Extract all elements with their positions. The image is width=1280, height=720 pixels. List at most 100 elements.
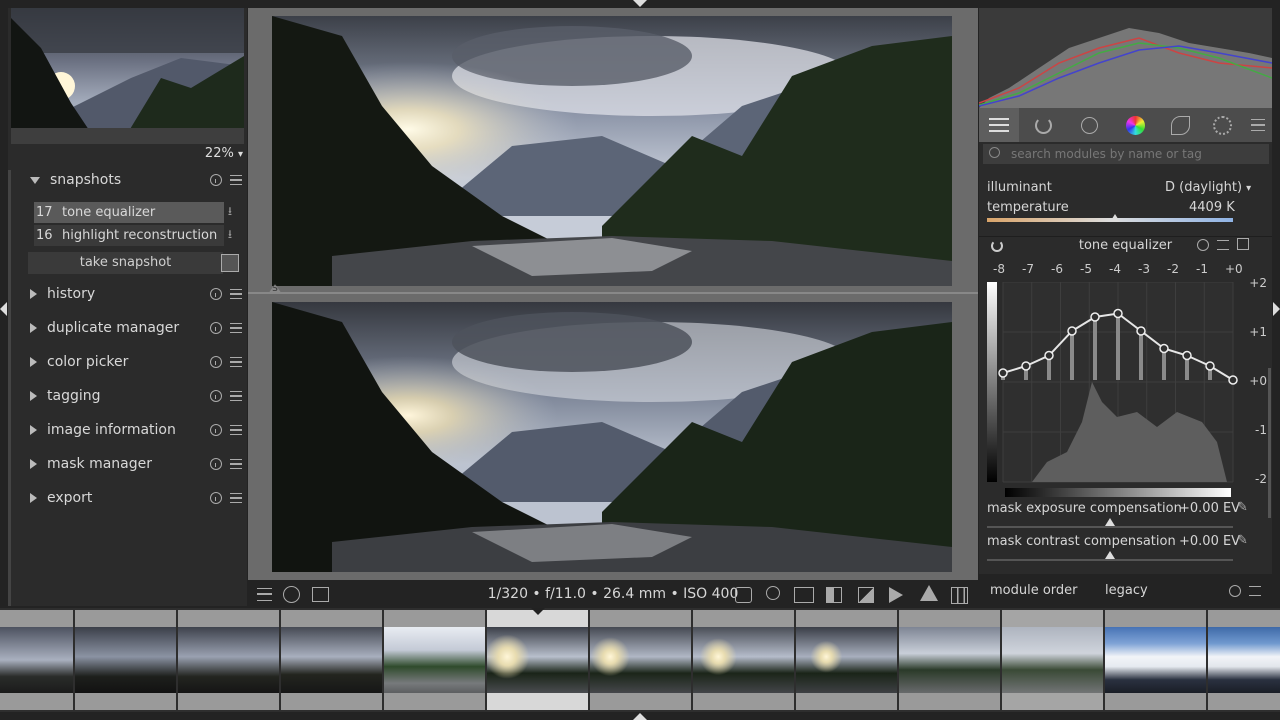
tone-equalizer-graph[interactable] bbox=[987, 282, 1242, 494]
info-icon[interactable] bbox=[210, 288, 222, 300]
filmstrip[interactable] bbox=[0, 608, 1280, 712]
temperature-slider-marker[interactable] bbox=[1109, 214, 1120, 222]
compare-snapshot-icon[interactable] bbox=[221, 254, 239, 272]
softproof-icon[interactable] bbox=[826, 587, 842, 603]
left-panel-toggle-arrow[interactable] bbox=[0, 302, 7, 316]
module-tagging[interactable]: tagging bbox=[18, 381, 246, 411]
filmstrip-thumbnail[interactable] bbox=[1208, 610, 1280, 710]
mask-contrast-slider-marker[interactable] bbox=[1105, 551, 1115, 559]
info-icon[interactable] bbox=[210, 322, 222, 334]
presets-menu-icon[interactable] bbox=[230, 459, 242, 469]
wand-icon[interactable]: ✎ bbox=[1237, 500, 1253, 516]
mask-exposure-slider[interactable] bbox=[987, 526, 1233, 528]
curve-node[interactable] bbox=[1044, 350, 1054, 361]
filmstrip-thumbnail[interactable] bbox=[1105, 610, 1206, 710]
module-duplicate-manager[interactable]: duplicate manager bbox=[18, 313, 246, 343]
correct-group-icon[interactable] bbox=[1171, 116, 1190, 135]
filmstrip-thumbnail[interactable] bbox=[281, 610, 382, 710]
filmstrip-thumbnail[interactable] bbox=[590, 610, 691, 710]
presets-menu-icon[interactable] bbox=[1251, 119, 1265, 131]
module-image-information[interactable]: image information bbox=[18, 415, 246, 445]
filmstrip-thumbnail-selected[interactable] bbox=[487, 610, 588, 710]
info-icon[interactable] bbox=[210, 492, 222, 504]
filmstrip-thumbnail[interactable] bbox=[0, 610, 73, 710]
warning-icon[interactable] bbox=[920, 585, 938, 601]
mask-contrast-slider[interactable] bbox=[987, 559, 1233, 561]
info-icon[interactable] bbox=[210, 390, 222, 402]
center-view[interactable]: S bbox=[248, 8, 978, 580]
info-icon[interactable] bbox=[210, 424, 222, 436]
guides-icon[interactable] bbox=[951, 587, 968, 604]
presets-menu-icon[interactable] bbox=[230, 357, 242, 367]
search-input[interactable]: search modules by name or tag bbox=[983, 144, 1269, 164]
wand-icon[interactable]: ✎ bbox=[1237, 533, 1253, 549]
mask-exposure-slider-marker[interactable] bbox=[1105, 518, 1115, 526]
effect-group-icon[interactable] bbox=[1213, 116, 1232, 135]
curve-node[interactable] bbox=[1090, 312, 1100, 322]
presets-menu-icon[interactable] bbox=[230, 323, 242, 333]
base-group-icon[interactable] bbox=[1081, 117, 1098, 134]
curve-node[interactable] bbox=[998, 368, 1008, 378]
color-group-icon[interactable] bbox=[1126, 116, 1145, 135]
presets-menu-icon[interactable] bbox=[230, 493, 242, 503]
histogram[interactable] bbox=[979, 8, 1272, 108]
multi-instance-icon[interactable] bbox=[1237, 238, 1249, 250]
right-panel-toggle-arrow[interactable] bbox=[1273, 302, 1280, 316]
reset-icon[interactable] bbox=[1197, 239, 1209, 251]
illuminant-select[interactable]: D (daylight) ▾ bbox=[1165, 180, 1251, 195]
clipping-indicator-icon[interactable] bbox=[889, 587, 903, 603]
curve-node[interactable] bbox=[1136, 326, 1146, 336]
presets-menu-icon[interactable] bbox=[230, 425, 242, 435]
restore-snapshot-icon[interactable]: ⭳ bbox=[222, 225, 238, 246]
bottom-panel-toggle-arrow[interactable] bbox=[633, 713, 647, 720]
presets-menu-icon[interactable] bbox=[1249, 586, 1261, 596]
presets-menu-icon[interactable] bbox=[230, 289, 242, 299]
curve-node[interactable] bbox=[1113, 308, 1123, 319]
curve-node[interactable] bbox=[1205, 361, 1215, 371]
info-icon[interactable] bbox=[210, 174, 222, 186]
info-icon[interactable] bbox=[210, 356, 222, 368]
curve-node[interactable] bbox=[1228, 375, 1238, 385]
info-icon[interactable] bbox=[1229, 585, 1241, 597]
curve-node[interactable] bbox=[1067, 326, 1077, 336]
tab-active-modules[interactable] bbox=[979, 108, 1019, 142]
filmstrip-thumbnail[interactable] bbox=[899, 610, 1000, 710]
gamut-check-icon[interactable] bbox=[858, 587, 874, 603]
snapshot-split-line[interactable] bbox=[248, 292, 978, 294]
snapshots-header[interactable]: snapshots bbox=[18, 165, 246, 195]
module-export[interactable]: export bbox=[18, 483, 246, 513]
zoom-selector[interactable]: 22% ▾ bbox=[205, 146, 243, 161]
left-panel-scrollbar[interactable] bbox=[8, 170, 11, 606]
restore-snapshot-icon[interactable]: ⭳ bbox=[222, 202, 238, 223]
module-mask-manager[interactable]: mask manager bbox=[18, 449, 246, 479]
curve-node[interactable] bbox=[1182, 350, 1192, 361]
navigation-preview[interactable] bbox=[11, 8, 244, 144]
filmstrip-thumbnail[interactable] bbox=[796, 610, 897, 710]
right-panel-scrollbar[interactable] bbox=[1268, 368, 1271, 518]
focus-peaking-icon[interactable] bbox=[735, 587, 752, 603]
display-profile-icon[interactable] bbox=[794, 587, 814, 603]
x-tick-label: -7 bbox=[1022, 262, 1034, 276]
take-snapshot-button[interactable]: take snapshot bbox=[28, 252, 223, 274]
module-order-value[interactable]: legacy bbox=[1105, 583, 1148, 598]
module-color-picker[interactable]: color picker bbox=[18, 347, 246, 377]
filmstrip-thumbnail[interactable] bbox=[75, 610, 176, 710]
power-icon[interactable] bbox=[1035, 117, 1052, 134]
curve-node[interactable] bbox=[1021, 361, 1031, 371]
bulb-icon[interactable] bbox=[766, 586, 780, 600]
filmstrip-thumbnail[interactable] bbox=[693, 610, 794, 710]
snapshots-title: snapshots bbox=[50, 172, 122, 188]
curve-node[interactable] bbox=[1159, 343, 1169, 354]
filmstrip-thumbnail[interactable] bbox=[384, 610, 485, 710]
snapshot-item[interactable]: 17 tone equalizer bbox=[34, 202, 224, 223]
filmstrip-thumbnail[interactable] bbox=[1002, 610, 1103, 710]
presets-menu-icon[interactable] bbox=[230, 175, 242, 185]
module-label: history bbox=[47, 286, 96, 302]
module-history[interactable]: history bbox=[18, 279, 246, 309]
top-panel-toggle-arrow[interactable] bbox=[633, 0, 647, 7]
presets-menu-icon[interactable] bbox=[230, 391, 242, 401]
presets-menu-icon[interactable] bbox=[1217, 240, 1229, 250]
snapshot-item[interactable]: 16 highlight reconstruction bbox=[34, 225, 224, 246]
info-icon[interactable] bbox=[210, 458, 222, 470]
filmstrip-thumbnail[interactable] bbox=[178, 610, 279, 710]
